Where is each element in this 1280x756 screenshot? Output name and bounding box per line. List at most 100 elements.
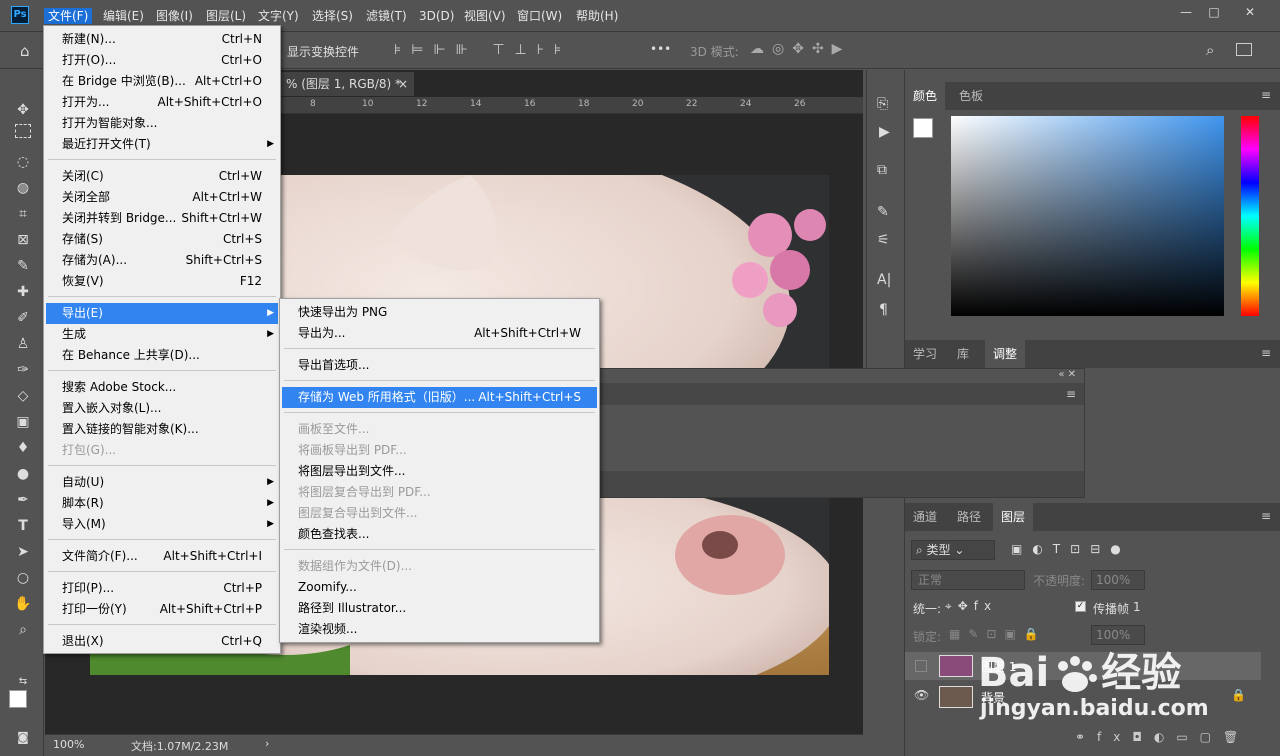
menu-item-layer-comps-to-pdf[interactable]: 将图层复合导出到 PDF...	[282, 482, 597, 503]
brush-tool-icon[interactable]: ✐	[11, 306, 35, 330]
lasso-tool-icon[interactable]: ◌	[11, 150, 35, 174]
menu-item-generate[interactable]: 生成 ▶	[46, 324, 278, 345]
layer-filter-icons[interactable]: ▣◐T⊡⊟●	[1011, 542, 1131, 556]
eye-icon[interactable]: 👁	[914, 688, 929, 702]
menu-edit[interactable]: 编辑(E)	[99, 8, 148, 24]
menu-layer[interactable]: 图层(L)	[202, 8, 250, 24]
unify-icons[interactable]: ⌖✥fx	[945, 599, 997, 614]
menu-item-recent-files[interactable]: 最近打开文件(T) ▶	[46, 134, 278, 155]
menu-help[interactable]: 帮助(H)	[572, 8, 622, 24]
tab-channels[interactable]: 通道	[905, 503, 945, 531]
menu-item-save-as[interactable]: 存储为(A)... Shift+Ctrl+S	[46, 250, 278, 271]
menu-item-browse-bridge[interactable]: 在 Bridge 中浏览(B)... Alt+Ctrl+O	[46, 71, 278, 92]
frame-tool-icon[interactable]: ⊠	[11, 228, 35, 252]
menu-item-exit[interactable]: 退出(X) Ctrl+Q	[46, 631, 278, 652]
panel-menu-icon[interactable]: ≡	[1261, 509, 1271, 523]
gradient-tool-icon[interactable]: ▣	[11, 410, 35, 434]
layer-filter-select[interactable]: ⌕ 类型 ⌄	[911, 540, 995, 560]
layer-visibility-toggle[interactable]	[915, 660, 927, 672]
menu-item-place-embedded[interactable]: 置入嵌入对象(L)...	[46, 398, 278, 419]
document-tab[interactable]: % (图层 1, RGB/8) * ×	[280, 72, 414, 96]
menu-item-search-stock[interactable]: 搜索 Adobe Stock...	[46, 377, 278, 398]
menu-item-package[interactable]: 打包(G)...	[46, 440, 278, 461]
tab-learn[interactable]: 学习	[905, 340, 945, 368]
eyedropper-tool-icon[interactable]: ✎	[11, 254, 35, 278]
menu-item-save-for-web[interactable]: 存储为 Web 所用格式（旧版）... Alt+Shift+Ctrl+S	[282, 387, 597, 408]
menu-window[interactable]: 窗口(W)	[513, 8, 566, 24]
zoom-level[interactable]: 100%	[53, 738, 84, 751]
menu-item-data-sets-as-files[interactable]: 数据组作为文件(D)...	[282, 556, 597, 577]
panel-menu-icon[interactable]: ≡	[1066, 387, 1076, 401]
paragraph-icon[interactable]: ¶	[879, 302, 888, 318]
type-tool-icon[interactable]: T	[11, 514, 35, 538]
blend-mode-select[interactable]: 正常	[911, 570, 1025, 590]
menu-item-open-smart-object[interactable]: 打开为智能对象...	[46, 113, 278, 134]
menu-item-quick-export-png[interactable]: 快速导出为 PNG	[282, 302, 597, 323]
ellipse-tool-icon[interactable]: ○	[11, 566, 35, 590]
marquee-tool-icon[interactable]	[15, 124, 31, 138]
menu-item-place-linked[interactable]: 置入链接的智能对象(K)...	[46, 419, 278, 440]
menu-item-close[interactable]: 关闭(C) Ctrl+W	[46, 166, 278, 187]
menu-type[interactable]: 文字(Y)	[254, 8, 303, 24]
close-window-button[interactable]: ✕	[1236, 3, 1264, 21]
workspace-icon[interactable]	[1236, 43, 1252, 56]
tab-paths[interactable]: 路径	[949, 503, 989, 531]
menu-item-export[interactable]: 导出(E) ▶	[46, 303, 278, 324]
menu-item-render-video[interactable]: 渲染视频...	[282, 619, 597, 640]
menu-item-layers-to-files[interactable]: 将图层导出到文件...	[282, 461, 597, 482]
menu-item-close-go-bridge[interactable]: 关闭并转到 Bridge... Shift+Ctrl+W	[46, 208, 278, 229]
menu-view[interactable]: 视图(V)	[460, 8, 510, 24]
menu-item-color-lookup-tables[interactable]: 颜色查找表...	[282, 524, 597, 545]
panel-menu-icon[interactable]: ≡	[1261, 88, 1271, 102]
history-icon[interactable]: ⎘	[877, 96, 888, 112]
healing-brush-icon[interactable]: ✚	[11, 280, 35, 304]
menu-item-print-one-copy[interactable]: 打印一份(Y) Alt+Shift+Ctrl+P	[46, 599, 278, 620]
history-brush-icon[interactable]: ✑	[11, 358, 35, 382]
blur-tool-icon[interactable]: ♦	[11, 436, 35, 460]
menu-select[interactable]: 选择(S)	[308, 8, 357, 24]
foreground-color-swatch[interactable]	[9, 690, 27, 708]
menu-item-new[interactable]: 新建(N)... Ctrl+N	[46, 29, 278, 50]
zoom-tool-icon[interactable]: ⌕	[11, 618, 35, 642]
tab-color[interactable]: 颜色	[905, 82, 946, 110]
brush-settings-icon[interactable]: ✎	[877, 204, 889, 220]
move-tool-icon[interactable]: ✥	[11, 98, 35, 122]
menu-item-artboards-to-pdf[interactable]: 将画板导出到 PDF...	[282, 440, 597, 461]
menu-item-scripts[interactable]: 脚本(R) ▶	[46, 493, 278, 514]
path-select-tool-icon[interactable]: ➤	[11, 540, 35, 564]
quick-mask-icon[interactable]: ◙	[11, 725, 35, 749]
tab-libraries[interactable]: 库	[949, 340, 977, 368]
lock-icons[interactable]: ▦✎⊡▣🔒	[949, 627, 1047, 641]
layers-footer-icons[interactable]: ⚭fx◘◐▭▢🗑	[1075, 730, 1250, 744]
panel-collapse-icon[interactable]: « ✕	[1058, 369, 1076, 380]
menu-item-close-all[interactable]: 关闭全部 Alt+Ctrl+W	[46, 187, 278, 208]
minimize-button[interactable]: —	[1172, 3, 1200, 21]
3d-mode-icons[interactable]: ☁◎✥✣▶	[750, 41, 850, 57]
dodge-tool-icon[interactable]: ●	[11, 462, 35, 486]
propagate-frame-checkbox[interactable]: ✓	[1075, 601, 1086, 612]
tab-adjustments[interactable]: 调整	[985, 340, 1026, 368]
hue-slider[interactable]	[1241, 116, 1259, 316]
menu-item-export-as[interactable]: 导出为... Alt+Shift+Ctrl+W	[282, 323, 597, 344]
home-icon[interactable]: ⌂	[20, 42, 42, 60]
align-icons[interactable]: ⊧⊨⊩⊪ ⊤⊥⊦⊧	[394, 42, 571, 58]
status-menu-arrow[interactable]: ›	[265, 737, 269, 750]
eraser-tool-icon[interactable]: ◇	[11, 384, 35, 408]
menu-item-export-preferences[interactable]: 导出首选项...	[282, 355, 597, 376]
search-icon[interactable]: ⌕	[1206, 41, 1214, 59]
menu-filter[interactable]: 滤镜(T)	[362, 8, 411, 24]
foreground-color-chip[interactable]	[913, 118, 933, 138]
tab-layers[interactable]: 图层	[993, 503, 1034, 531]
color-picker-field[interactable]	[951, 116, 1224, 316]
menu-item-paths-to-illustrator[interactable]: 路径到 Illustrator...	[282, 598, 597, 619]
menu-item-artboards-to-files[interactable]: 画板至文件...	[282, 419, 597, 440]
menu-item-share-behance[interactable]: 在 Behance 上共享(D)...	[46, 345, 278, 366]
menu-item-layer-comps-to-files[interactable]: 图层复合导出到文件...	[282, 503, 597, 524]
menu-item-print[interactable]: 打印(P)... Ctrl+P	[46, 578, 278, 599]
menu-image[interactable]: 图像(I)	[152, 8, 197, 24]
restore-button[interactable]: □	[1200, 3, 1228, 21]
3d-panel-icon[interactable]: ⧉	[877, 162, 887, 178]
show-transform-controls-label[interactable]: 显示变换控件	[287, 43, 359, 60]
menu-file[interactable]: 文件(F)	[44, 8, 93, 24]
stamp-tool-icon[interactable]: ♙	[11, 332, 35, 356]
